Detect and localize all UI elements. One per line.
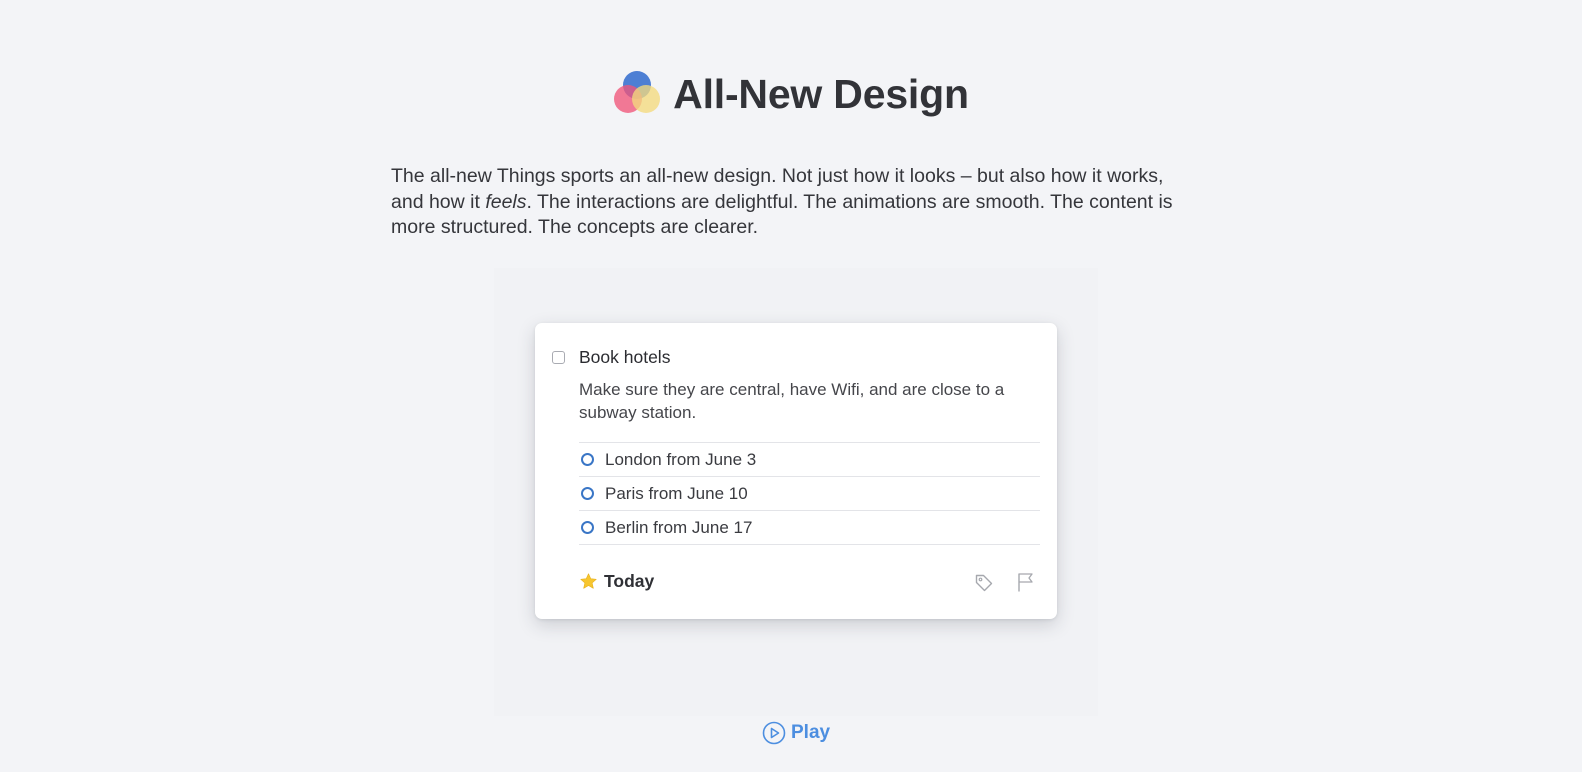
intro-emphasis: feels bbox=[485, 190, 527, 213]
intro-paragraph: The all-new Things sports an all-new des… bbox=[391, 164, 1201, 241]
checklist-circle-icon[interactable] bbox=[581, 521, 594, 534]
checklist-circle-icon[interactable] bbox=[581, 487, 594, 500]
checklist-item-label: Berlin from June 17 bbox=[605, 517, 753, 537]
page-heading: All-New Design bbox=[0, 70, 1582, 118]
checklist-item[interactable]: London from June 3 bbox=[579, 443, 1040, 477]
checklist-item[interactable]: Paris from June 10 bbox=[579, 477, 1040, 511]
task-card[interactable]: Book hotels Make sure they are central, … bbox=[535, 323, 1057, 619]
when-label: Today bbox=[604, 571, 655, 591]
play-label: Play bbox=[791, 722, 831, 743]
page: All-New Design The all-new Things sports… bbox=[0, 0, 1582, 772]
play-circle-icon bbox=[762, 721, 786, 745]
checklist-circle-icon[interactable] bbox=[581, 453, 594, 466]
flag-icon[interactable] bbox=[1017, 572, 1035, 592]
checklist-item-label: London from June 3 bbox=[605, 449, 757, 469]
page-title: All-New Design bbox=[673, 70, 969, 117]
task-notes[interactable]: Make sure they are central, have Wifi, a… bbox=[579, 379, 1039, 424]
task-title[interactable]: Book hotels bbox=[579, 347, 670, 368]
checklist-item[interactable]: Berlin from June 17 bbox=[579, 511, 1040, 545]
when-button[interactable]: Today bbox=[579, 571, 654, 592]
checklist-item-label: Paris from June 10 bbox=[605, 483, 748, 503]
checklist: London from June 3 Paris from June 10 Be… bbox=[579, 442, 1040, 545]
star-icon bbox=[580, 573, 597, 589]
tag-icon[interactable] bbox=[974, 573, 994, 593]
task-checkbox[interactable] bbox=[552, 351, 565, 364]
play-button[interactable]: Play bbox=[762, 721, 830, 745]
things-logo-icon bbox=[614, 71, 661, 113]
